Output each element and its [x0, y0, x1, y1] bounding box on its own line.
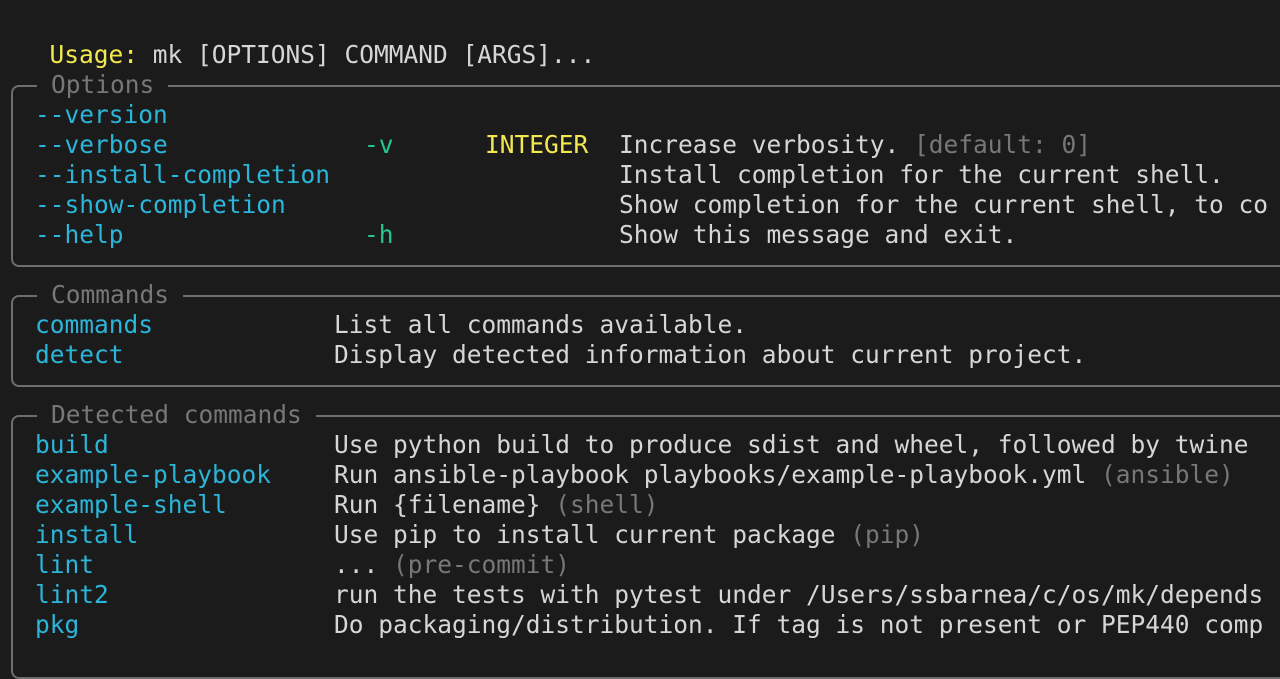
detected-command-help-text: Run ansible-playbook playbooks/example-p…	[334, 460, 1087, 489]
command-name[interactable]: detect	[35, 340, 124, 370]
detected-commands-panel-title: Detected commands	[37, 400, 316, 430]
option-name[interactable]: --version	[35, 100, 168, 130]
detected-command-help-text: ...	[334, 550, 379, 579]
option-name[interactable]: --verbose	[35, 130, 168, 160]
detected-command-source: (ansible)	[1086, 460, 1234, 489]
option-default-hint: [default: 0]	[899, 130, 1092, 159]
detected-command-help: Use pip to install current package (pip)	[334, 520, 924, 550]
detected-command-help-text: run the tests with pytest under /Users/s…	[334, 580, 1264, 609]
option-name[interactable]: --install-completion	[35, 160, 330, 190]
option-short-flag: -h	[364, 220, 394, 249]
detected-command-help: Run {filename} (shell)	[334, 490, 659, 520]
detected-command-help-text: Run {filename}	[334, 490, 541, 519]
option-type: INTEGER	[485, 130, 589, 159]
detected-command-help-text: Use pip to install current package	[334, 520, 836, 549]
command-name[interactable]: commands	[35, 310, 153, 340]
detected-command-help: ... (pre-commit)	[334, 550, 570, 580]
detected-command-name[interactable]: example-shell	[35, 490, 227, 520]
detected-command-name[interactable]: lint2	[35, 580, 109, 610]
detected-command-name[interactable]: build	[35, 430, 109, 460]
detected-command-name[interactable]: install	[35, 520, 138, 550]
usage-line: Usage: mk [OPTIONS] COMMAND [ARGS]...	[20, 10, 596, 69]
option-help: Show completion for the current shell, t…	[619, 190, 1269, 219]
options-panel-title: Options	[37, 70, 169, 100]
option-help-text: Increase verbosity.	[619, 130, 900, 159]
commands-panel-title: Commands	[37, 280, 184, 310]
detected-command-source: (shell)	[540, 490, 659, 519]
option-help: Increase verbosity. [default: 0]	[619, 130, 1091, 160]
detected-command-name[interactable]: example-playbook	[35, 460, 271, 490]
option-help: Install completion for the current shell…	[619, 160, 1224, 189]
option-short-flag: -v	[364, 130, 394, 159]
option-name[interactable]: --help	[35, 220, 124, 250]
detected-command-help: Do packaging/distribution. If tag is not…	[334, 610, 1263, 640]
detected-command-name[interactable]: lint	[35, 550, 94, 580]
option-name[interactable]: --show-completion	[35, 190, 286, 220]
detected-command-help: Run ansible-playbook playbooks/example-p…	[334, 460, 1234, 490]
detected-command-help-text: Use python build to produce sdist and wh…	[334, 430, 1249, 459]
detected-command-source: (pip)	[835, 520, 925, 549]
usage-label: Usage:	[49, 40, 139, 69]
usage-text: mk [OPTIONS] COMMAND [ARGS]...	[138, 40, 596, 69]
option-help: Show this message and exit.	[619, 220, 1018, 249]
command-help: List all commands available.	[334, 310, 748, 339]
detected-command-source: (pre-commit)	[378, 550, 571, 579]
detected-command-name[interactable]: pkg	[35, 610, 79, 640]
command-help: Display detected information about curre…	[334, 340, 1087, 369]
detected-command-help: Use python build to produce sdist and wh…	[334, 430, 1249, 460]
detected-command-help: run the tests with pytest under /Users/s…	[334, 580, 1263, 610]
detected-command-help-text: Do packaging/distribution. If tag is not…	[334, 610, 1264, 639]
